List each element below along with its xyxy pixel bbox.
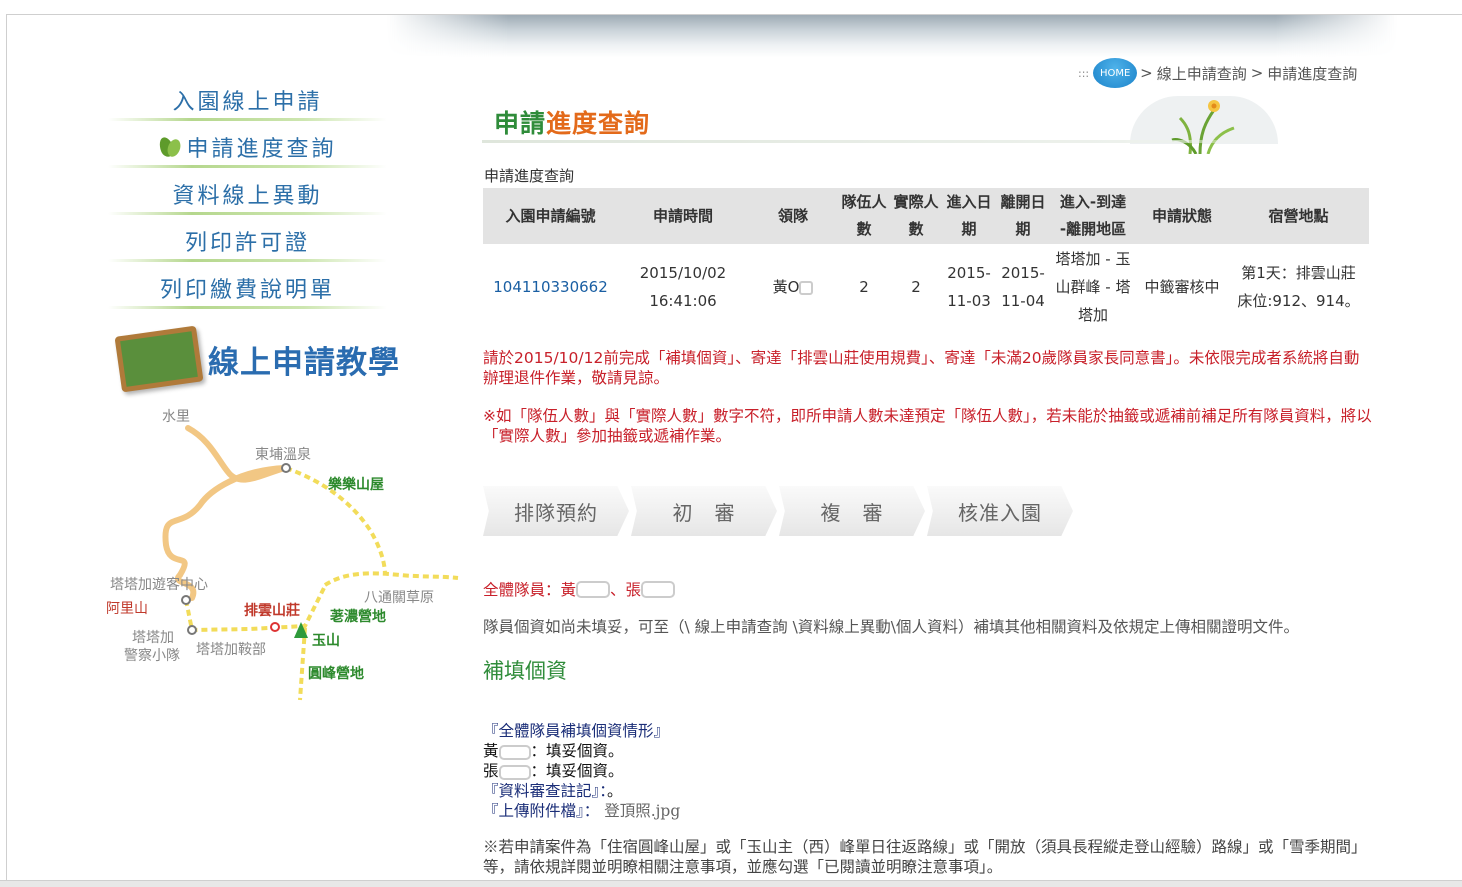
redaction-mask <box>641 580 676 598</box>
members-label: 全體隊員： <box>483 581 561 599</box>
member-status-row: 黃：填妥個資。 <box>483 742 624 760</box>
table-row: 104110330662 2015/10/02 16:41:06 黃O 2 2 2… <box>483 244 1369 330</box>
breadcrumb-online-query-link[interactable]: 線上申請查詢 <box>1157 63 1247 84</box>
col-header-time: 申請時間 <box>618 188 748 244</box>
step-initial-review: 初 審 <box>631 486 777 536</box>
table-header-row: 入園申請編號 申請時間 領隊 隊伍人數 實際人數 進入日期 離開日期 進入-到達… <box>483 188 1369 244</box>
cell-application-time: 2015/10/02 16:41:06 <box>639 264 727 310</box>
deadline-warning: 請於2015/10/12前完成「補填個資」、寄達「排雲山莊使用規費」、寄達「未滿… <box>483 349 1360 387</box>
redaction-mask <box>498 744 531 760</box>
col-header-id: 入園申請編號 <box>483 188 618 244</box>
page-title-part2: 進度查詢 <box>546 109 651 138</box>
member-status-row: 張：填妥個資。 <box>483 762 624 780</box>
upload-row: 『上傳附件檔』： 登頂照.jpg <box>483 802 681 820</box>
step-queue-reservation: 排隊預約 <box>483 486 629 536</box>
map-label-yuanfeng: 圓峰營地 <box>308 666 364 682</box>
col-header-route: 進入-到達 -離開地區 <box>1050 188 1136 244</box>
map-label-paiyun: 排雲山莊 <box>244 603 300 619</box>
sidebar-item-label: 列印許可證 <box>184 230 310 256</box>
cell-leave-date: 2015- 11-04 <box>1001 264 1045 310</box>
section-label: 申請進度查詢 <box>484 167 575 185</box>
map-label-shuili: 水里 <box>162 409 190 425</box>
sidebar-item-print-permit[interactable]: 列印許可證 <box>100 217 395 264</box>
sidebar-item-label: 資料線上異動 <box>172 183 323 209</box>
member-separator: 、 <box>610 581 626 599</box>
title-divider <box>482 140 1282 143</box>
sidebar-item-print-fee-notice[interactable]: 列印繳費說明單 <box>100 264 395 311</box>
personal-data-note: 隊員個資如尚未填妥，可至（\ 線上申請查詢 \資料線上異動\個人資料）補填其他相… <box>483 618 1300 636</box>
team-members: 全體隊員： 黃 、 張 <box>483 578 676 600</box>
trail-map: 水里 東埔溫泉 樂樂山屋 塔塔加遊客中心 阿里山 排雲山莊 八通關草原 荖濃營地… <box>100 400 470 710</box>
breadcrumb-current: 申請進度查詢 <box>1267 64 1358 83</box>
map-label-batongguan: 八通關草原 <box>364 590 434 606</box>
sidebar-menu: 入園線上申請 申請進度查詢 資料線上異動 列印許可證 列印繳費說明單 <box>100 76 395 311</box>
cell-route: 塔塔加 - 玉山群峰 - 塔塔加 <box>1055 250 1131 324</box>
breadcrumb: ::: HOME > 線上申請查詢 > 申請進度查詢 <box>1078 58 1357 88</box>
map-label-lele: 樂樂山屋 <box>328 477 384 493</box>
map-label-tataka-police-1: 塔塔加 <box>132 630 174 646</box>
sidebar-item-progress-query[interactable]: 申請進度查詢 <box>100 123 395 170</box>
online-tutorial-link[interactable]: 線上申請教學 <box>114 325 418 393</box>
step-second-review: 複 審 <box>779 486 925 536</box>
map-label-guanyu-camp: 荖濃營地 <box>330 609 386 625</box>
member-name: 黃 <box>560 581 577 599</box>
route-notice: ※若申請案件為「住宿圓峰山屋」或「玉山主（西）峰單日往返路線」或「開放（須具長程… <box>483 838 1359 876</box>
header-banner <box>387 15 1397 57</box>
cell-team-size: 2 <box>859 278 869 296</box>
map-label-tataka-hq: 塔塔加鞍部 <box>196 642 266 658</box>
status-heading: 『全體隊員補填個資情形』 <box>483 722 670 740</box>
tutorial-label: 線上申請教學 <box>208 344 400 381</box>
sidebar-item-label: 入園線上申請 <box>172 89 323 115</box>
progress-table: 入園申請編號 申請時間 領隊 隊伍人數 實際人數 進入日期 離開日期 進入-到達… <box>483 188 1369 330</box>
redaction-mask <box>498 764 531 780</box>
page-title-part1: 申請 <box>494 109 547 138</box>
breadcrumb-separator: > <box>1140 64 1153 82</box>
review-note-row: 『資料審查註記』：。 <box>483 782 623 800</box>
map-label-tataka-police-2: 警察小隊 <box>124 648 180 664</box>
map-label-yushan: 玉山 <box>312 633 340 649</box>
step-approved: 核准入園 <box>927 486 1073 536</box>
col-header-enter-date: 進入日期 <box>942 188 996 244</box>
sidebar-item-apply-online[interactable]: 入園線上申請 <box>100 76 395 123</box>
cell-actual-size: 2 <box>911 278 921 296</box>
breadcrumb-prefix: ::: <box>1078 66 1090 80</box>
cell-enter-date: 2015- 11-03 <box>947 264 991 310</box>
breadcrumb-separator: > <box>1250 64 1264 82</box>
redaction-mask <box>799 280 814 295</box>
leaf-icon <box>158 135 182 159</box>
chalkboard-icon <box>114 325 204 393</box>
flower-icon <box>1171 100 1235 154</box>
col-header-team-size: 隊伍人數 <box>838 188 890 244</box>
map-label-alishan: 阿里山 <box>106 601 148 617</box>
home-button[interactable]: HOME <box>1093 58 1138 88</box>
sidebar-item-label: 申請進度查詢 <box>186 136 337 162</box>
uploaded-file[interactable]: 登頂照.jpg <box>604 802 680 820</box>
col-header-leave-date: 離開日期 <box>996 188 1050 244</box>
col-header-status: 申請狀態 <box>1136 188 1228 244</box>
redaction-mask <box>576 580 611 598</box>
map-label-tataka-vc: 塔塔加遊客中心 <box>110 577 208 593</box>
cell-leader: 黃O <box>748 244 838 330</box>
cell-lodging: 第1天：排雲山莊 床位:912、914。 <box>1237 264 1360 310</box>
map-label-dongpu: 東埔溫泉 <box>255 447 311 463</box>
page-title: 申請進度查詢 <box>494 104 650 140</box>
col-header-leader: 領隊 <box>748 188 838 244</box>
progress-steps: 排隊預約 初 審 複 審 核准入園 <box>483 486 1075 536</box>
cell-status: 中籤審核中 <box>1144 278 1220 296</box>
sidebar-item-label: 列印繳費說明單 <box>159 277 335 303</box>
member-data-status: 『全體隊員補填個資情形』 黃：填妥個資。 張：填妥個資。 『資料審查註記』：。 … <box>483 721 680 821</box>
window-bottom-bar <box>0 880 1462 887</box>
cell-application-id[interactable]: 104110330662 <box>483 244 618 330</box>
sidebar-item-data-change[interactable]: 資料線上異動 <box>100 170 395 217</box>
member-name: 張 <box>625 581 642 599</box>
fill-personal-data-link[interactable]: 補填個資 <box>483 655 567 685</box>
headcount-warning: ※如「隊伍人數」與「實際人數」數字不符，即所申請人數未達預定「隊伍人數」，若未能… <box>483 407 1372 445</box>
col-header-actual-size: 實際人數 <box>890 188 942 244</box>
col-header-lodging: 宿營地點 <box>1228 188 1369 244</box>
